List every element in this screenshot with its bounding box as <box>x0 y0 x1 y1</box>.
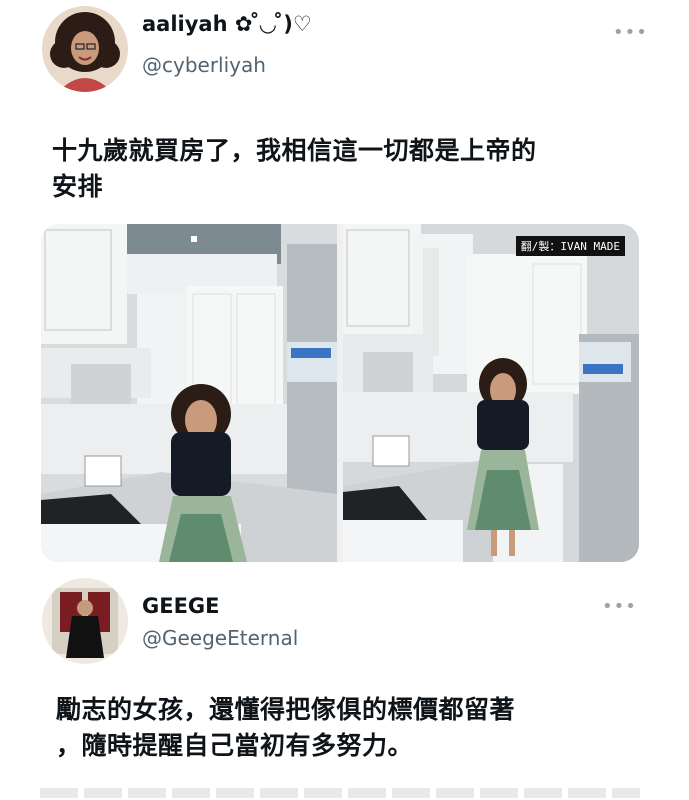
tweet-text-line: 勵志的女孩，還懂得把傢俱的標價都留著 <box>56 695 516 724</box>
kitchen-photo-left[interactable] <box>41 224 337 562</box>
display-name[interactable]: aaliyah ✿ ̊◡ ̊)♡ <box>142 12 312 36</box>
tweet-text-line: 安排 <box>52 172 104 201</box>
avatar[interactable] <box>42 6 128 92</box>
user-handle[interactable]: @cyberliyah <box>142 53 266 77</box>
user-handle[interactable]: @GeegeEternal <box>142 626 298 650</box>
watermark-label: 翻/製：IVAN MADE <box>515 236 625 256</box>
tweet-reply: GEEGE @GeegeEternal ••• 勵志的女孩，還懂得把傢俱的標價都… <box>0 578 689 800</box>
kitchen-photo-right[interactable]: 翻/製：IVAN MADE <box>343 224 639 562</box>
cut-off-content <box>40 788 640 798</box>
tweet-text-line: 十九歲就買房了，我相信這一切都是上帝的 <box>52 136 537 165</box>
tweet-media[interactable]: 翻/製：IVAN MADE <box>41 224 639 562</box>
tweet-original: aaliyah ✿ ̊◡ ̊)♡ @cyberliyah ••• 十九歲就買房了… <box>0 0 689 578</box>
tweet-text-line: ，隨時提醒自己當初有多努力。 <box>56 731 414 760</box>
more-options-icon[interactable]: ••• <box>602 596 637 617</box>
display-name[interactable]: GEEGE <box>142 594 220 618</box>
tweet-text: 勵志的女孩，還懂得把傢俱的標價都留著 ，隨時提醒自己當初有多努力。 <box>56 692 515 764</box>
tweet-text: 十九歲就買房了，我相信這一切都是上帝的 安排 <box>52 133 537 205</box>
more-options-icon[interactable]: ••• <box>613 22 648 43</box>
avatar[interactable] <box>42 578 128 664</box>
